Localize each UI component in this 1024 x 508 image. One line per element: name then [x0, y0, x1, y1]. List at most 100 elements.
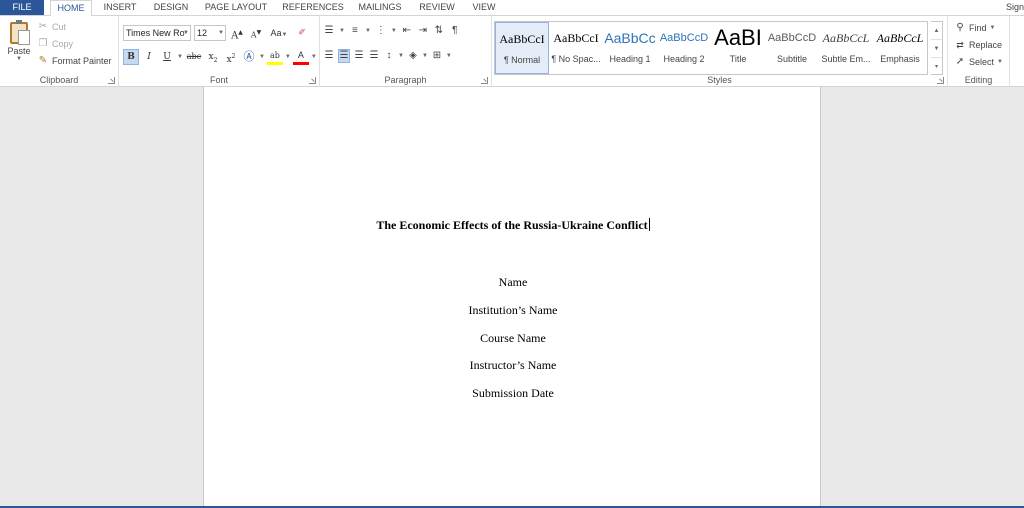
- style-sample: AaBbCcI: [499, 32, 545, 46]
- format-painter-button[interactable]: ✎ Format Painter: [37, 53, 112, 69]
- tab-page-layout[interactable]: PAGE LAYOUT: [203, 0, 269, 15]
- font-launcher-icon[interactable]: [309, 77, 316, 84]
- highlight-dropdown-icon[interactable]: ▼: [285, 54, 291, 60]
- style-name: ¶ Normal: [503, 55, 541, 65]
- justify-icon[interactable]: ☰: [368, 50, 380, 62]
- numbering-dropdown-icon[interactable]: ▼: [365, 28, 371, 34]
- style-sample: AaBbCc: [604, 30, 656, 46]
- align-right-icon[interactable]: ☰: [353, 50, 365, 62]
- style-name: Subtitle: [776, 54, 808, 64]
- style-sample: AaBbCcL: [822, 31, 870, 45]
- numbering-icon[interactable]: ≡: [349, 25, 361, 37]
- shading-icon[interactable]: ◈: [407, 50, 419, 62]
- find-dropdown-icon: ▼: [989, 25, 996, 31]
- style-normal[interactable]: AaBbCcI ¶ Normal: [495, 22, 549, 74]
- shrink-font-button[interactable]: A▼: [248, 25, 264, 41]
- increase-indent-icon[interactable]: ⇥: [417, 25, 429, 37]
- styles-group-label: Styles: [707, 75, 732, 85]
- replace-button[interactable]: ⇄ Replace: [954, 37, 1002, 53]
- change-case-button[interactable]: Aa▼: [267, 25, 291, 41]
- ribbon-tab-bar: FILE HOME INSERT DESIGN PAGE LAYOUT REFE…: [0, 0, 1024, 16]
- tab-home[interactable]: HOME: [50, 0, 92, 16]
- author-name-line[interactable]: Name: [204, 275, 822, 290]
- format-painter-label: Format Painter: [52, 56, 112, 66]
- align-left-icon[interactable]: ☰: [323, 50, 335, 62]
- find-label: Find: [969, 23, 987, 33]
- style-name: Subtle Em...: [821, 54, 871, 64]
- underline-dropdown-icon[interactable]: ▼: [177, 54, 183, 60]
- font-color-dropdown-icon[interactable]: ▼: [311, 54, 317, 60]
- bullets-icon[interactable]: ☰: [323, 25, 335, 37]
- more-styles-icon[interactable]: ▾: [931, 58, 942, 76]
- paste-button[interactable]: Paste ▼: [5, 20, 33, 70]
- cut-label: Cut: [52, 22, 67, 32]
- scroll-up-icon[interactable]: ▲: [931, 22, 942, 40]
- cut-button[interactable]: ✂ Cut: [37, 19, 66, 35]
- borders-icon[interactable]: ⊞: [431, 50, 443, 62]
- style-title[interactable]: AaBI Title: [711, 22, 765, 74]
- font-color-button[interactable]: A: [292, 49, 309, 65]
- multilevel-list-icon[interactable]: ⋮: [375, 25, 387, 37]
- change-case-icon: Aa: [270, 28, 282, 38]
- styles-launcher-icon[interactable]: [937, 77, 944, 84]
- text-effects-dropdown-icon[interactable]: ▼: [259, 54, 265, 60]
- style-heading-1[interactable]: AaBbCc Heading 1: [603, 22, 657, 74]
- decrease-indent-icon[interactable]: ⇤: [401, 25, 413, 37]
- select-button[interactable]: ➚ Select ▼: [954, 54, 1003, 70]
- clear-formatting-button[interactable]: ✐: [294, 25, 310, 41]
- borders-dropdown-icon[interactable]: ▼: [446, 53, 452, 59]
- style-subtitle[interactable]: AaBbCcD Subtitle: [765, 22, 819, 74]
- tab-file[interactable]: FILE: [0, 0, 44, 15]
- style-emphasis[interactable]: AaBbCcL Emphasis: [873, 22, 927, 74]
- find-button[interactable]: ⚲ Find ▼: [954, 20, 995, 36]
- align-center-icon[interactable]: ☰: [338, 49, 350, 63]
- highlight-color-button[interactable]: ab: [266, 49, 283, 65]
- text-effects-button[interactable]: Ⓐ: [241, 49, 257, 65]
- submission-date-line[interactable]: Submission Date: [204, 386, 822, 401]
- show-formatting-marks-icon[interactable]: ¶: [449, 25, 461, 37]
- style-subtle-emphasis[interactable]: AaBbCcL Subtle Em...: [819, 22, 873, 74]
- chevron-down-icon: ▼: [183, 30, 189, 36]
- replace-label: Replace: [969, 40, 1003, 50]
- font-family-value: Times New Ro: [126, 28, 185, 38]
- bold-button[interactable]: B: [123, 49, 139, 65]
- document-page[interactable]: The Economic Effects of the Russia-Ukrai…: [203, 87, 821, 508]
- paste-label: Paste: [7, 46, 31, 56]
- style-name: Heading 2: [663, 54, 705, 64]
- style-heading-2[interactable]: AaBbCcD Heading 2: [657, 22, 711, 74]
- style-no-spacing[interactable]: AaBbCcI ¶ No Spac...: [549, 22, 603, 74]
- superscript-button[interactable]: x2: [223, 49, 239, 65]
- instructor-line[interactable]: Instructor’s Name: [204, 358, 822, 373]
- tab-references[interactable]: REFERENCES: [280, 0, 346, 15]
- bullets-dropdown-icon[interactable]: ▼: [339, 28, 345, 34]
- italic-button[interactable]: I: [141, 49, 157, 65]
- strikethrough-button[interactable]: abc: [185, 49, 203, 65]
- line-spacing-dropdown-icon[interactable]: ▼: [398, 53, 404, 59]
- grow-font-button[interactable]: A▲: [229, 25, 245, 41]
- underline-button[interactable]: U: [159, 49, 175, 65]
- styles-scroll: ▲ ▼ ▾: [931, 21, 943, 75]
- document-area: The Economic Effects of the Russia-Ukrai…: [0, 87, 1024, 508]
- sign-in-link[interactable]: Sign: [1006, 0, 1024, 14]
- institution-line[interactable]: Institution’s Name: [204, 303, 822, 318]
- copy-button[interactable]: ❐ Copy: [37, 36, 74, 52]
- sort-icon[interactable]: ⇅: [433, 25, 445, 37]
- tab-review[interactable]: REVIEW: [416, 0, 458, 15]
- course-line[interactable]: Course Name: [204, 331, 822, 346]
- paragraph-launcher-icon[interactable]: [481, 77, 488, 84]
- subscript-button[interactable]: x2: [205, 49, 221, 65]
- tab-design[interactable]: DESIGN: [148, 0, 194, 15]
- line-spacing-icon[interactable]: ↕: [383, 50, 395, 62]
- font-size-select[interactable]: 12 ▼: [194, 25, 226, 41]
- paragraph-group: ☰ ▼ ≡ ▼ ⋮ ▼ ⇤ ⇥ ⇅ ¶ ☰ ☰ ☰ ☰ ↕ ▼ ◈ ▼ ⊞ ▼ Paragr…: [320, 16, 492, 87]
- scroll-down-icon[interactable]: ▼: [931, 40, 942, 58]
- document-title[interactable]: The Economic Effects of the Russia-Ukrai…: [204, 218, 822, 233]
- highlighter-icon: ab: [269, 51, 280, 60]
- multilevel-dropdown-icon[interactable]: ▼: [391, 28, 397, 34]
- tab-insert[interactable]: INSERT: [99, 0, 141, 15]
- clipboard-launcher-icon[interactable]: [108, 77, 115, 84]
- font-family-select[interactable]: Times New Ro ▼: [123, 25, 191, 41]
- tab-view[interactable]: VIEW: [467, 0, 501, 15]
- tab-mailings[interactable]: MAILINGS: [354, 0, 406, 15]
- shading-dropdown-icon[interactable]: ▼: [422, 53, 428, 59]
